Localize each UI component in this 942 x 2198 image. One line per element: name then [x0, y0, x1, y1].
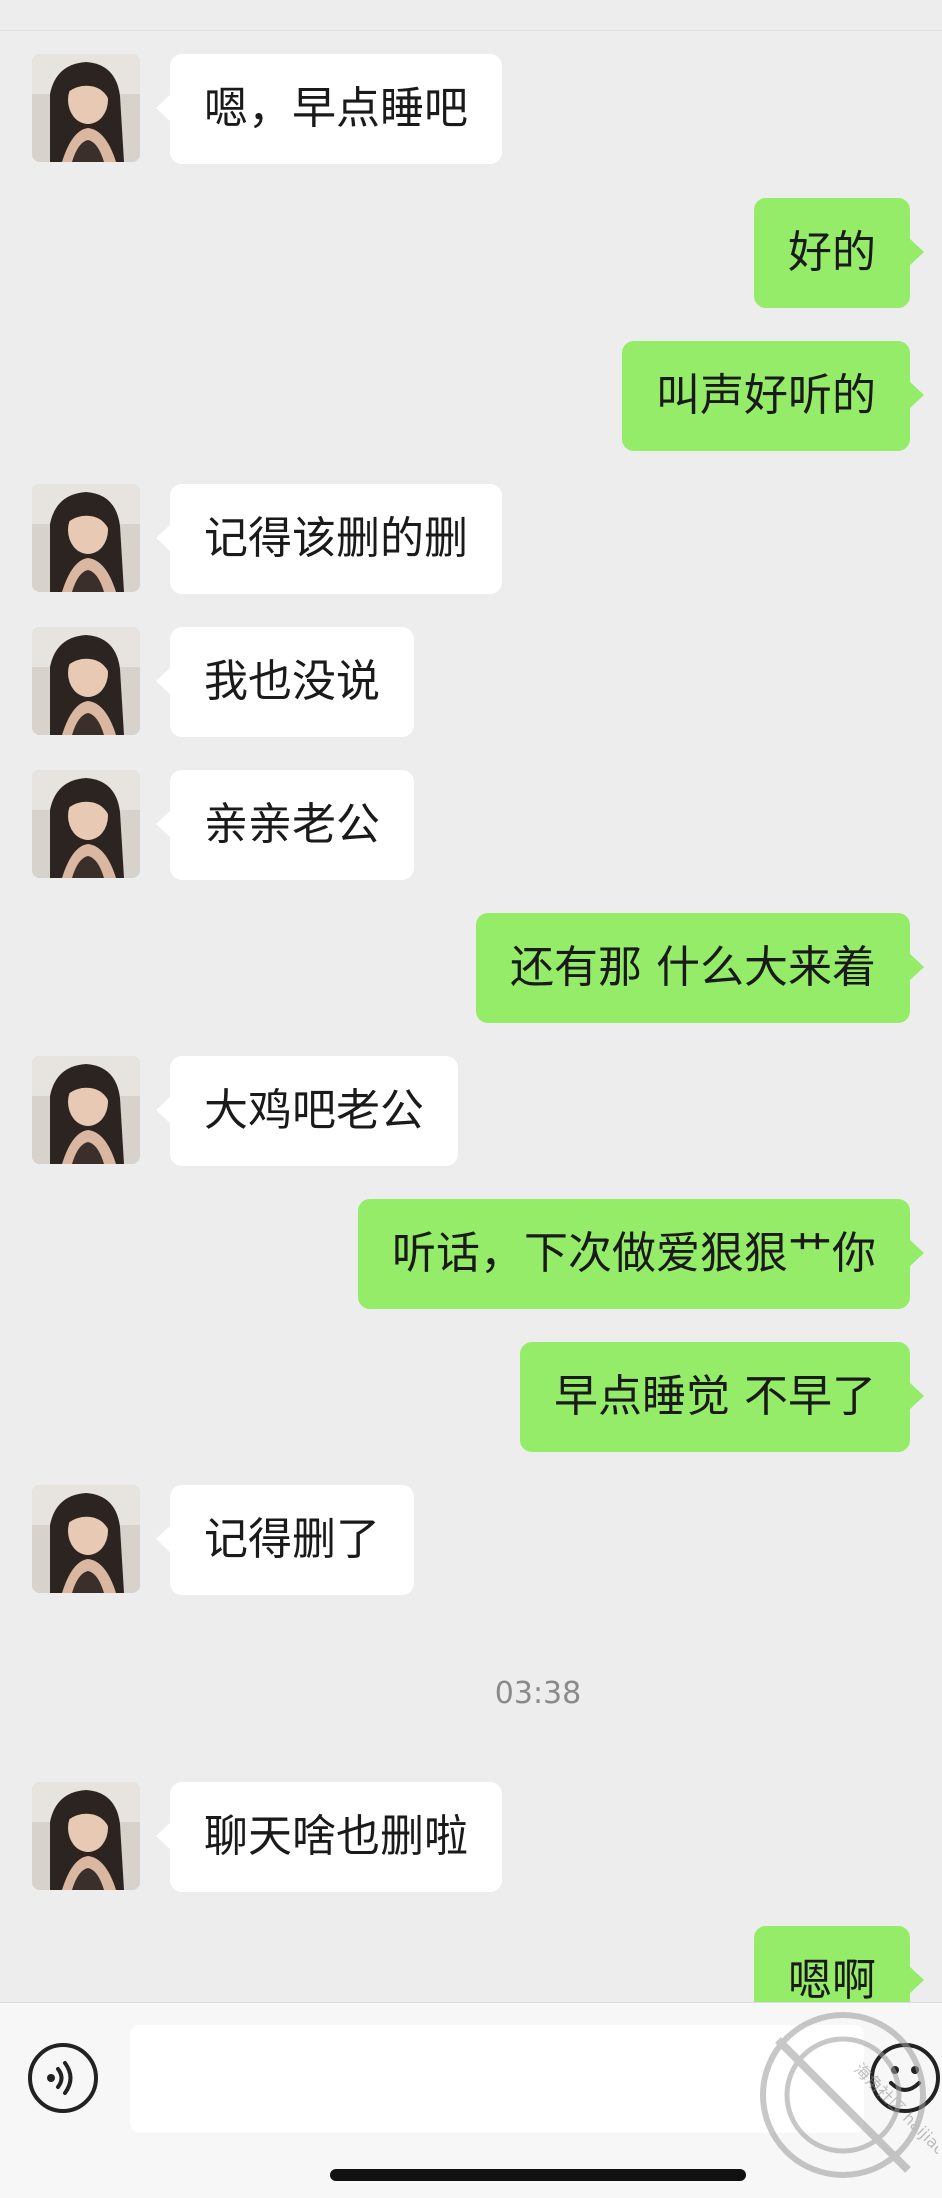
home-indicator[interactable]: [330, 2169, 746, 2181]
incoming-message-bubble[interactable]: 聊天啥也删啦: [156, 1782, 502, 1892]
outgoing-message-bubble[interactable]: 好的: [754, 198, 924, 308]
outgoing-message-bubble[interactable]: 叫声好听的: [622, 341, 924, 451]
incoming-message-bubble[interactable]: 亲亲老公: [156, 770, 414, 880]
contact-avatar[interactable]: [32, 770, 140, 878]
incoming-message-bubble[interactable]: 记得该删的删: [156, 484, 502, 594]
watermark-logo: 海角社区 haijiao.com: [760, 2012, 938, 2187]
contact-avatar[interactable]: [32, 484, 140, 592]
voice-icon[interactable]: [28, 2043, 98, 2113]
incoming-message-bubble[interactable]: 记得删了: [156, 1485, 414, 1595]
contact-avatar[interactable]: [32, 1056, 140, 1164]
outgoing-message-bubble[interactable]: 听话，下次做爱狠狠艹你: [358, 1199, 924, 1309]
message-list[interactable]: 嗯，早点睡吧 好的 叫声好听的 记得该删的删 我也没说 亲亲老公 还有那 什么大…: [0, 0, 942, 2002]
incoming-message-bubble[interactable]: 我也没说: [156, 627, 414, 737]
outgoing-message-bubble[interactable]: 还有那 什么大来着: [476, 913, 924, 1023]
contact-avatar[interactable]: [32, 1485, 140, 1593]
outgoing-message-bubble[interactable]: 早点睡觉 不早了: [520, 1342, 924, 1452]
contact-avatar[interactable]: [32, 1782, 140, 1890]
contact-avatar[interactable]: [32, 627, 140, 735]
incoming-message-bubble[interactable]: 大鸡吧老公: [156, 1056, 458, 1166]
message-timestamp: 03:38: [494, 1676, 582, 1711]
outgoing-message-bubble[interactable]: 嗯啊: [754, 1926, 924, 2002]
incoming-message-bubble[interactable]: 嗯，早点睡吧: [156, 54, 502, 164]
contact-avatar[interactable]: [32, 54, 140, 162]
chat-screen: 嗯，早点睡吧 好的 叫声好听的 记得该删的删 我也没说 亲亲老公 还有那 什么大…: [0, 0, 942, 2198]
